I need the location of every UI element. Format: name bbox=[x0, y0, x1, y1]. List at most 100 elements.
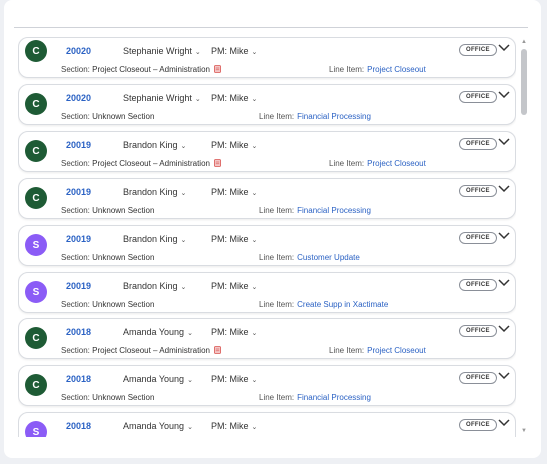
line-item-link[interactable]: Create Supp in Xactimate bbox=[297, 300, 388, 309]
line-item-label: Line Item: bbox=[259, 112, 295, 121]
assignee-dropdown[interactable]: Brandon King ⌄ bbox=[123, 140, 186, 150]
section-label: Section: bbox=[61, 159, 90, 168]
expand-chevron-icon[interactable] bbox=[497, 369, 511, 383]
office-badge: OFFICE bbox=[459, 91, 497, 103]
section-info: Section: Unknown Section bbox=[61, 112, 154, 121]
assignee-name: Amanda Young bbox=[123, 421, 185, 431]
pm-name: Mike bbox=[229, 327, 249, 337]
scroll-down-arrow-icon[interactable]: ▼ bbox=[521, 428, 527, 434]
line-item-link[interactable]: Project Closeout bbox=[367, 346, 426, 355]
line-item-info: Line Item: Customer Update bbox=[259, 253, 360, 262]
task-row[interactable]: C 20019 Brandon King ⌄ PM: Mike ⌄ OFFICE Sectio… bbox=[18, 178, 516, 219]
line-item-label: Line Item: bbox=[259, 253, 295, 262]
top-divider bbox=[14, 27, 528, 28]
avatar: C bbox=[25, 374, 47, 396]
assignee-dropdown[interactable]: Amanda Young ⌄ bbox=[123, 374, 193, 384]
section-label: Section: bbox=[61, 393, 90, 402]
line-item-label: Line Item: bbox=[259, 206, 295, 215]
pm-dropdown[interactable]: PM: Mike ⌄ bbox=[211, 93, 257, 103]
pm-label: PM: bbox=[211, 46, 228, 56]
line-item-link[interactable]: Financial Processing bbox=[297, 393, 371, 402]
chevron-down-icon: ⌄ bbox=[251, 143, 258, 150]
job-number-link[interactable]: 20019 bbox=[66, 234, 91, 244]
pm-dropdown[interactable]: PM: Mike ⌄ bbox=[211, 281, 257, 291]
document-icon[interactable] bbox=[214, 159, 221, 169]
line-item-link[interactable]: Financial Processing bbox=[297, 206, 371, 215]
line-item-link[interactable]: Project Closeout bbox=[367, 65, 426, 74]
chevron-down-icon: ⌄ bbox=[187, 424, 193, 431]
expand-chevron-icon[interactable] bbox=[497, 276, 511, 290]
chevron-down-icon: ⌄ bbox=[180, 190, 187, 197]
section-value: Project Closeout – Administration bbox=[92, 346, 210, 355]
office-badge: OFFICE bbox=[459, 232, 497, 244]
task-row[interactable]: S 20019 Brandon King ⌄ PM: Mike ⌄ OFFICE Sectio… bbox=[18, 272, 516, 313]
assignee-dropdown[interactable]: Brandon King ⌄ bbox=[123, 187, 186, 197]
task-row[interactable]: C 20020 Stephanie Wright ⌄ PM: Mike ⌄ OFFICE Se… bbox=[18, 84, 516, 125]
expand-chevron-icon[interactable] bbox=[497, 416, 511, 430]
assignee-dropdown[interactable]: Amanda Young ⌄ bbox=[123, 327, 193, 337]
line-item-link[interactable]: Customer Update bbox=[297, 253, 360, 262]
assignee-dropdown[interactable]: Amanda Young ⌄ bbox=[123, 421, 193, 431]
job-number-link[interactable]: 20018 bbox=[66, 374, 91, 384]
document-icon[interactable] bbox=[214, 65, 221, 75]
job-number-link[interactable]: 20019 bbox=[66, 140, 91, 150]
section-info: Section: Unknown Section bbox=[61, 300, 154, 309]
expand-chevron-icon[interactable] bbox=[497, 322, 511, 336]
pm-dropdown[interactable]: PM: Mike ⌄ bbox=[211, 187, 257, 197]
avatar: C bbox=[25, 140, 47, 162]
assignee-dropdown[interactable]: Brandon King ⌄ bbox=[123, 234, 186, 244]
scroll-thumb[interactable] bbox=[521, 49, 527, 115]
task-row[interactable]: S 20018 Amanda Young ⌄ PM: Mike ⌄ OFFICE bbox=[18, 412, 516, 437]
line-item-link[interactable]: Financial Processing bbox=[297, 112, 371, 121]
assignee-name: Brandon King bbox=[123, 281, 178, 291]
job-number-link[interactable]: 20019 bbox=[66, 281, 91, 291]
expand-chevron-icon[interactable] bbox=[497, 229, 511, 243]
assignee-name: Brandon King bbox=[123, 140, 178, 150]
pm-dropdown[interactable]: PM: Mike ⌄ bbox=[211, 327, 257, 337]
pm-dropdown[interactable]: PM: Mike ⌄ bbox=[211, 421, 257, 431]
document-icon[interactable] bbox=[214, 346, 221, 356]
task-row[interactable]: C 20020 Stephanie Wright ⌄ PM: Mike ⌄ OFFICE Se… bbox=[18, 37, 516, 78]
assignee-name: Brandon King bbox=[123, 187, 178, 197]
pm-dropdown[interactable]: PM: Mike ⌄ bbox=[211, 140, 257, 150]
scrollbar[interactable]: ▲ ▼ bbox=[519, 39, 529, 436]
task-row[interactable]: S 20019 Brandon King ⌄ PM: Mike ⌄ OFFICE Sectio… bbox=[18, 225, 516, 266]
avatar: S bbox=[25, 281, 47, 303]
pm-name: Mike bbox=[229, 140, 249, 150]
pm-dropdown[interactable]: PM: Mike ⌄ bbox=[211, 374, 257, 384]
office-badge: OFFICE bbox=[459, 419, 497, 431]
expand-chevron-icon[interactable] bbox=[497, 135, 511, 149]
task-row[interactable]: C 20018 Amanda Young ⌄ PM: Mike ⌄ OFFICE Sectio… bbox=[18, 365, 516, 406]
chevron-down-icon: ⌄ bbox=[180, 143, 187, 150]
line-item-label: Line Item: bbox=[329, 159, 365, 168]
assignee-dropdown[interactable]: Stephanie Wright ⌄ bbox=[123, 46, 201, 56]
line-item-label: Line Item: bbox=[329, 65, 365, 74]
job-number-link[interactable]: 20018 bbox=[66, 421, 91, 431]
assignee-name: Stephanie Wright bbox=[123, 93, 192, 103]
task-row[interactable]: C 20018 Amanda Young ⌄ PM: Mike ⌄ OFFICE Sectio… bbox=[18, 318, 516, 359]
pm-name: Mike bbox=[229, 93, 249, 103]
avatar: S bbox=[25, 234, 47, 256]
assignee-dropdown[interactable]: Brandon King ⌄ bbox=[123, 281, 186, 291]
job-number-link[interactable]: 20018 bbox=[66, 327, 91, 337]
line-item-link[interactable]: Project Closeout bbox=[367, 159, 426, 168]
section-value: Unknown Section bbox=[92, 112, 155, 121]
pm-dropdown[interactable]: PM: Mike ⌄ bbox=[211, 234, 257, 244]
pm-dropdown[interactable]: PM: Mike ⌄ bbox=[211, 46, 257, 56]
assignee-dropdown[interactable]: Stephanie Wright ⌄ bbox=[123, 93, 201, 103]
line-item-info: Line Item: Project Closeout bbox=[329, 65, 426, 74]
office-badge: OFFICE bbox=[459, 44, 497, 56]
section-info: Section: Unknown Section bbox=[61, 206, 154, 215]
job-number-link[interactable]: 20019 bbox=[66, 187, 91, 197]
line-item-label: Line Item: bbox=[329, 346, 365, 355]
expand-chevron-icon[interactable] bbox=[497, 182, 511, 196]
job-number-link[interactable]: 20020 bbox=[66, 93, 91, 103]
scroll-up-arrow-icon[interactable]: ▲ bbox=[521, 39, 527, 45]
section-info: Section: Unknown Section bbox=[61, 253, 154, 262]
job-number-link[interactable]: 20020 bbox=[66, 46, 91, 56]
expand-chevron-icon[interactable] bbox=[497, 41, 511, 55]
avatar: C bbox=[25, 40, 47, 62]
task-row[interactable]: C 20019 Brandon King ⌄ PM: Mike ⌄ OFFICE Sectio… bbox=[18, 131, 516, 172]
section-label: Section: bbox=[61, 346, 90, 355]
expand-chevron-icon[interactable] bbox=[497, 88, 511, 102]
